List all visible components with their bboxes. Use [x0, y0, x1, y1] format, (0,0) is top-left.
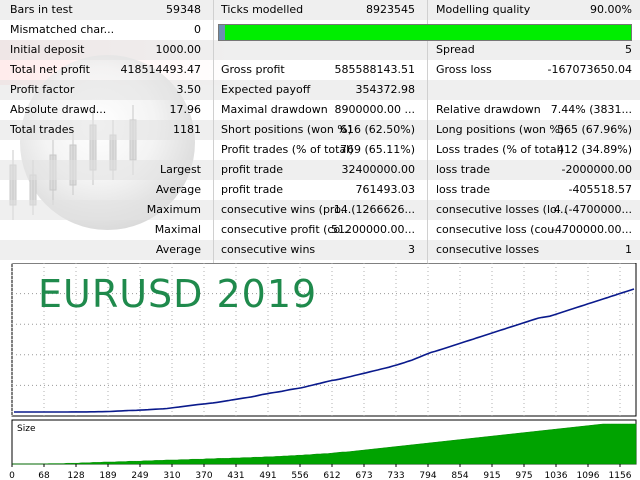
- row-value: 17.96: [169, 103, 202, 116]
- row-value: 3: [408, 243, 415, 256]
- row-value: 90.00%: [590, 3, 632, 16]
- report-panel: Bars in test 59348 Ticks modelled 8923545 Mo…: [0, 0, 640, 263]
- x-tick-label: 556: [291, 471, 308, 480]
- row-value: 5: [625, 43, 632, 56]
- report-row: Maximum consecutive wins (pro... 14 (12666…: [0, 200, 640, 220]
- report-row: Total net profit 418514493.47 Gross profit…: [0, 60, 640, 80]
- row-qualifier: Average: [155, 183, 201, 196]
- row-value: -405518.57: [568, 183, 632, 196]
- report-row: Largest profit trade 32400000.00 loss trade…: [0, 160, 640, 180]
- x-tick-label: 612: [323, 471, 340, 480]
- row-value: -4700000.00...: [551, 223, 632, 236]
- row-value: 418514493.47: [120, 63, 201, 76]
- report-row: Bars in test 59348 Ticks modelled 8923545 Mo…: [0, 0, 640, 20]
- x-tick-label: 0: [9, 471, 15, 480]
- row-value: 769 (65.11%): [339, 143, 415, 156]
- row-value: 616 (62.50%): [339, 123, 415, 136]
- x-tick-label: 491: [259, 471, 276, 480]
- x-tick-label: 794: [419, 471, 436, 480]
- row-value: 32400000.00: [341, 163, 415, 176]
- row-value: 59348: [166, 3, 201, 16]
- row-value: 8923545: [366, 3, 415, 16]
- report-row: Profit trades (% of total) 769 (65.11%) Lo…: [0, 140, 640, 160]
- x-tick-label: 915: [483, 471, 500, 480]
- x-tick-label: 68: [38, 471, 50, 480]
- report-row: Maximal consecutive profit (co... 51200000…: [0, 220, 640, 240]
- row-value: 354372.98: [355, 83, 416, 96]
- x-tick-label: 673: [355, 471, 372, 480]
- row-value: 585588143.51: [334, 63, 415, 76]
- row-qualifier: Maximal: [154, 223, 201, 236]
- x-tick-label: 370: [195, 471, 212, 480]
- report-row: Total trades 1181 Short positions (won %) 6…: [0, 120, 640, 140]
- x-tick-label: 733: [387, 471, 404, 480]
- size-panel-label: Size: [17, 424, 36, 434]
- modelling-quality-bar: [218, 24, 632, 41]
- chart-title: EURUSD 2019: [38, 272, 318, 316]
- quality-bar-lead: [219, 25, 225, 40]
- row-value: 1: [625, 243, 632, 256]
- report-row: Average consecutive wins 3 consecutive loss…: [0, 240, 640, 260]
- row-value: 4 (-4700000...: [553, 203, 632, 216]
- row-value: 761493.03: [355, 183, 416, 196]
- row-qualifier: Average: [155, 243, 201, 256]
- x-tick-label: 189: [99, 471, 116, 480]
- row-qualifier: Maximum: [146, 203, 201, 216]
- x-tick-label: 975: [515, 471, 532, 480]
- row-value: 14 (1266626...: [333, 203, 415, 216]
- x-tick-label: 431: [227, 471, 244, 480]
- row-qualifier: Largest: [160, 163, 201, 176]
- column-divider: [213, 0, 214, 263]
- x-tick-label: 310: [163, 471, 180, 480]
- row-value: 8900000.00 ...: [334, 103, 415, 116]
- x-tick-label: 128: [67, 471, 84, 480]
- report-row: Initial deposit 1000.00 Spread 5: [0, 40, 640, 60]
- x-tick-label: 1096: [577, 471, 600, 480]
- row-value: 0: [194, 23, 201, 36]
- row-value: 1181: [173, 123, 201, 136]
- report-row: Absolute drawd... 17.96 Maximal drawdown 89…: [0, 100, 640, 120]
- x-tick-label: 854: [451, 471, 468, 480]
- row-value: -2000000.00: [561, 163, 632, 176]
- report-row: Profit factor 3.50 Expected payoff 354372.9…: [0, 80, 640, 100]
- row-value: 1000.00: [155, 43, 202, 56]
- row-value: 7.44% (3831...: [550, 103, 632, 116]
- x-tick-label: 249: [131, 471, 148, 480]
- row-value: 565 (67.96%): [556, 123, 632, 136]
- row-value: -167073650.04: [547, 63, 632, 76]
- report-row: Average profit trade 761493.03 loss trade -4…: [0, 180, 640, 200]
- x-tick-label: 1036: [545, 471, 568, 480]
- x-tick-label: 1156: [609, 471, 632, 480]
- row-value: 3.50: [176, 83, 202, 96]
- row-value: 51200000.00...: [331, 223, 415, 236]
- row-value: 412 (34.89%): [556, 143, 632, 156]
